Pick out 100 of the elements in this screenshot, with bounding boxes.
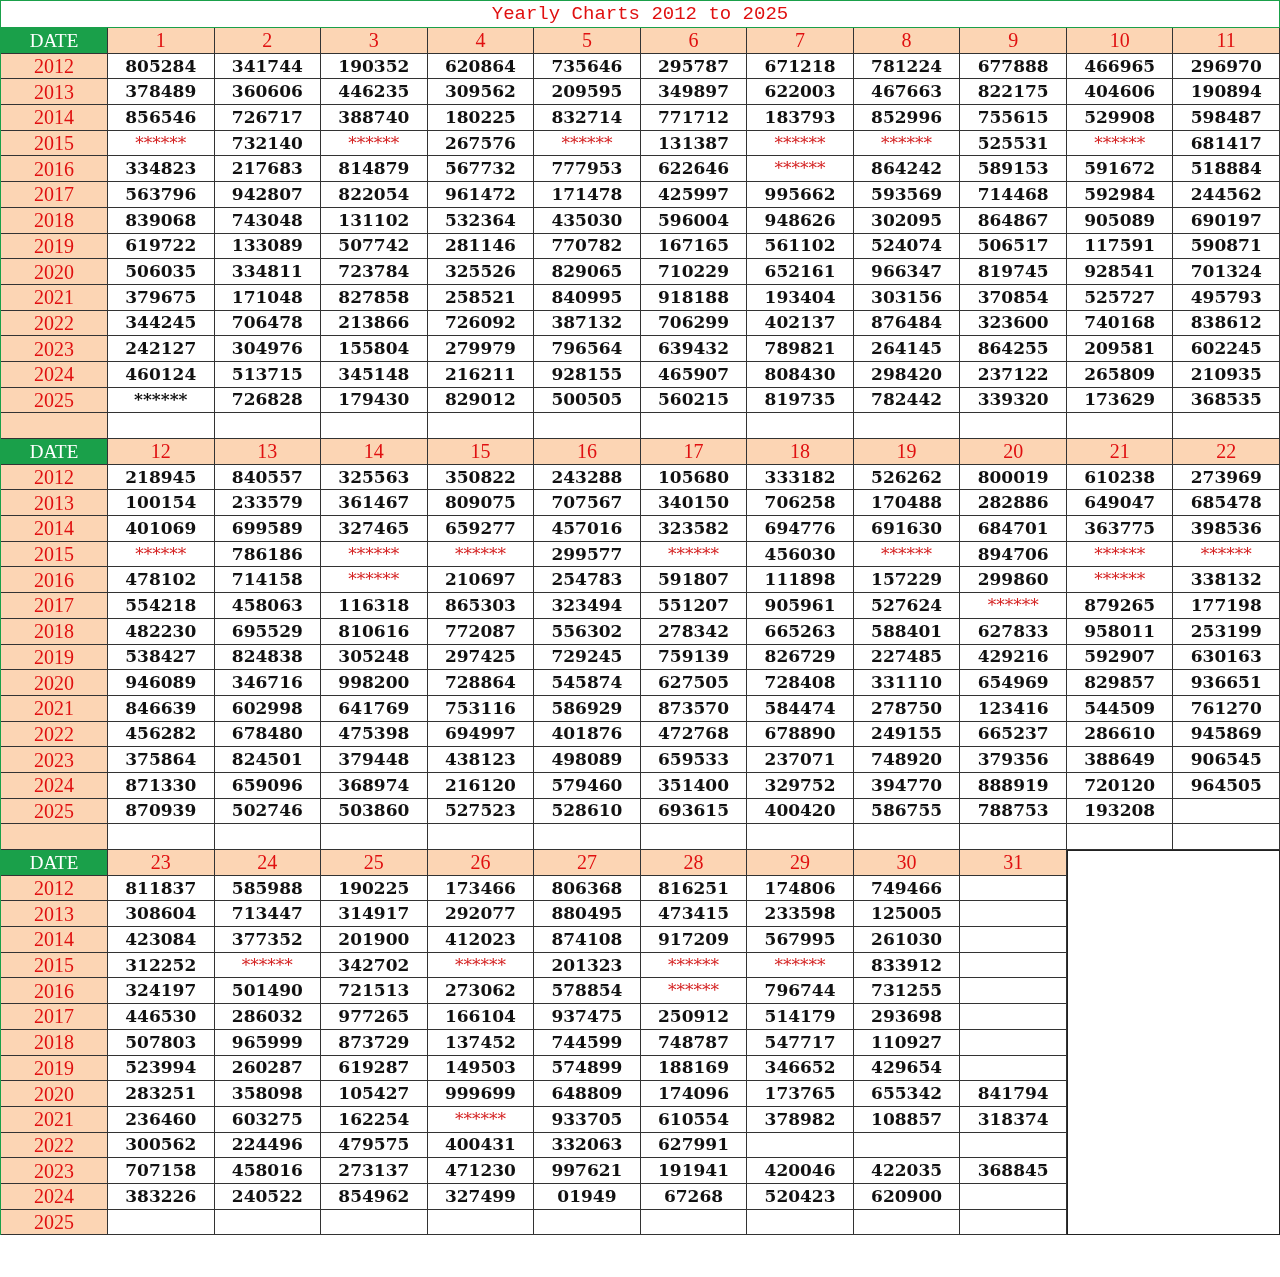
table-cell: 429216 — [960, 644, 1067, 671]
year-cell: 2022 — [1, 721, 108, 748]
table-cell: 681417 — [1173, 130, 1280, 157]
table-cell: 998200 — [321, 670, 428, 696]
table-cell: 602245 — [1173, 336, 1280, 362]
day-header: 9 — [960, 28, 1067, 54]
table-cell: 966347 — [853, 259, 961, 285]
table-cell: 755615 — [960, 105, 1067, 131]
year-cell: 2023 — [1, 336, 108, 362]
table-cell: 177198 — [1173, 593, 1280, 619]
table-cell: 292077 — [427, 901, 535, 928]
day-header: 4 — [427, 28, 535, 54]
table-cell: 260287 — [214, 1055, 322, 1082]
table-cell: 574899 — [534, 1055, 641, 1082]
masked-cell: ****** — [640, 978, 748, 1005]
table-cell: 854962 — [321, 1183, 428, 1210]
table-cell: 108857 — [853, 1106, 961, 1133]
table-cell: 460124 — [108, 361, 215, 388]
table-cell: 475398 — [321, 721, 428, 748]
table-cell: 324197 — [108, 978, 215, 1005]
table-cell: 273137 — [321, 1158, 428, 1184]
table-cell: 551207 — [640, 593, 748, 619]
table-cell: 678480 — [214, 721, 322, 748]
table-cell: 622003 — [747, 79, 854, 106]
table-cell: 244562 — [1173, 182, 1280, 208]
table-cell: 874108 — [534, 927, 641, 953]
table-cell: 400431 — [427, 1132, 535, 1159]
year-cell: 2012 — [1, 464, 108, 491]
table-cell: 936651 — [1173, 670, 1280, 696]
table-cell: 918188 — [640, 284, 748, 311]
table-cell: 506517 — [960, 233, 1067, 260]
table-cell: 906545 — [1173, 747, 1280, 773]
day-header: 19 — [853, 439, 961, 465]
table-cell: 162254 — [321, 1106, 428, 1133]
year-cell: 2016 — [1, 978, 108, 1005]
table-cell: 383226 — [108, 1183, 215, 1210]
table-cell: 446235 — [321, 79, 428, 106]
day-header: 26 — [427, 850, 535, 876]
table-cell: 360606 — [214, 79, 322, 106]
table-cell: 852996 — [853, 105, 961, 131]
table-cell: 242127 — [108, 336, 215, 362]
masked-cell: ****** — [321, 541, 428, 568]
table-cell: 331110 — [853, 670, 961, 696]
table-cell: 567995 — [747, 927, 854, 953]
year-cell: 2025 — [1, 798, 108, 825]
masked-cell: ****** — [960, 593, 1067, 619]
table-cell: 965999 — [214, 1029, 322, 1056]
table-cell: 706258 — [747, 490, 854, 517]
table-cell: 933705 — [534, 1106, 641, 1133]
table-cell: 01949 — [534, 1183, 641, 1210]
table-cell: 789821 — [747, 336, 854, 362]
table-cell: 318374 — [960, 1106, 1067, 1133]
table-cell: 273969 — [1173, 464, 1280, 491]
table-cell: 213866 — [321, 310, 428, 337]
day-header: 24 — [214, 850, 322, 876]
year-cell: 2024 — [1, 1183, 108, 1210]
table-cell: 339320 — [960, 387, 1067, 414]
table-cell: 713447 — [214, 901, 322, 928]
table-cell: 928541 — [1066, 259, 1174, 285]
table-cell: 309562 — [427, 79, 535, 106]
table-cell: 819745 — [960, 259, 1067, 285]
day-header: 28 — [640, 850, 748, 876]
day-header: 7 — [747, 28, 854, 54]
table-cell: 286610 — [1066, 721, 1174, 748]
table-cell: 190352 — [321, 53, 428, 80]
table-cell: 560215 — [640, 387, 748, 414]
table-cell: 278750 — [853, 695, 961, 722]
date-header: DATE — [1, 439, 108, 465]
table-cell: 401069 — [108, 516, 215, 542]
table-cell: 622646 — [640, 156, 748, 183]
masked-cell: ****** — [1066, 567, 1174, 594]
table-cell: 513715 — [214, 361, 322, 388]
table-cell: 905961 — [747, 593, 854, 619]
day-header: 13 — [214, 439, 322, 465]
day-header: 6 — [640, 28, 748, 54]
table-cell: 864867 — [960, 207, 1067, 234]
table-cell: 500505 — [534, 387, 641, 414]
year-cell: 2013 — [1, 79, 108, 106]
table-cell: 325563 — [321, 464, 428, 491]
table-cell: 735646 — [534, 53, 641, 80]
table-cell: 544509 — [1066, 695, 1174, 722]
table-cell: 180225 — [427, 105, 535, 131]
table-cell: 174806 — [747, 875, 854, 902]
table-cell: 523994 — [108, 1055, 215, 1082]
table-cell: 997621 — [534, 1158, 641, 1184]
table-cell: 556302 — [534, 618, 641, 645]
masked-cell: ****** — [1173, 541, 1280, 568]
table-cell: 388740 — [321, 105, 428, 131]
table-cell: 344245 — [108, 310, 215, 337]
table-cell: 394770 — [853, 772, 961, 799]
table-cell: 753116 — [427, 695, 535, 722]
table-cell: 822175 — [960, 79, 1067, 106]
chart-title: Yearly Charts 2012 to 2025 — [0, 0, 1280, 28]
table-cell: 591807 — [640, 567, 748, 594]
table-cell: 777953 — [534, 156, 641, 183]
table-cell: 630163 — [1173, 644, 1280, 671]
masked-cell: ****** — [853, 130, 961, 157]
day-header: 25 — [321, 850, 428, 876]
table-cell: 435030 — [534, 207, 641, 234]
table-cell: 514179 — [747, 1004, 854, 1030]
